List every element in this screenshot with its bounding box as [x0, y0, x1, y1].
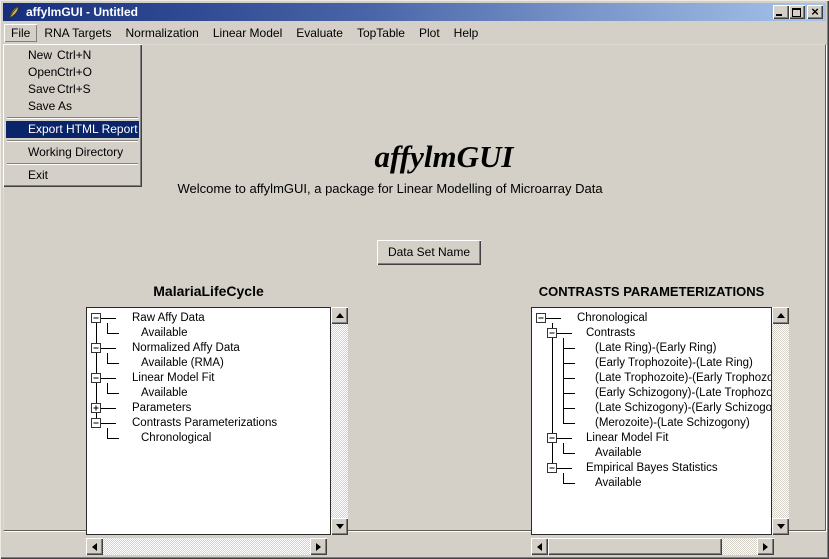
file-menu-dropdown: New Ctrl+NOpenCtrl+OSaveCtrl+SSave As Expo…: [3, 44, 142, 187]
welcome-text: Welcome to affylmGUI, a package for Line…: [177, 181, 602, 196]
data-set-name-button[interactable]: Data Set Name: [377, 240, 481, 265]
menubar-item-file[interactable]: File: [4, 24, 37, 42]
right-tree-vertical-scrollbar[interactable]: [772, 307, 789, 535]
tree-node-available-rma[interactable]: Available (RMA): [141, 356, 224, 371]
scroll-up-button[interactable]: [772, 307, 789, 324]
tree-collapse-icon[interactable]: [92, 419, 101, 428]
tree-node-late-schizogony-early-schizogony[interactable]: (Late Schizogony)-(Early Schizogony): [595, 401, 772, 416]
right-tree-horizontal-scrollbar[interactable]: [531, 538, 774, 555]
tree-expand-icon[interactable]: [92, 404, 101, 413]
tree-node-normalized-affy-data[interactable]: Normalized Affy Data: [132, 341, 240, 356]
arrow-down-icon: [777, 524, 785, 529]
tree-node-early-schizogony-late-trophozoite[interactable]: (Early Schizogony)-(Late Trophozoite): [595, 386, 772, 401]
tree-node-late-trophozoite-early-trophozoite[interactable]: (Late Trophozoite)-(Early Trophozoite): [595, 371, 772, 386]
menu-item-export-html-report[interactable]: Export HTML Report: [6, 121, 139, 138]
menu-item-label: Working Directory: [28, 145, 123, 159]
window-controls: ×: [773, 5, 823, 19]
tree-collapse-icon[interactable]: [92, 344, 101, 353]
menu-item-save[interactable]: SaveCtrl+S: [6, 81, 139, 98]
app-feather-icon[interactable]: [6, 5, 22, 20]
menu-item-exit[interactable]: Exit: [6, 167, 139, 184]
menu-item-open[interactable]: OpenCtrl+O: [6, 64, 139, 81]
menubar-item-toptable[interactable]: TopTable: [350, 24, 412, 42]
left-tree-vertical-scrollbar[interactable]: [331, 307, 348, 535]
tree-node-available[interactable]: Available: [141, 326, 187, 341]
tree-node-available[interactable]: Available: [595, 446, 641, 461]
arrow-down-icon: [336, 524, 344, 529]
tree-node-linear-model-fit[interactable]: Linear Model Fit: [586, 431, 668, 446]
tree-node-early-trophozoite-late-ring[interactable]: (Early Trophozoite)-(Late Ring): [595, 356, 753, 371]
menu-item-working-directory[interactable]: Working Directory: [6, 144, 139, 161]
menu-item-accelerator: Ctrl+N: [57, 47, 91, 64]
tree-node-contrasts-parameterizations[interactable]: Contrasts Parameterizations: [132, 416, 277, 431]
tree-collapse-icon[interactable]: [537, 314, 546, 323]
left-tree-title: MalariaLifeCycle: [86, 283, 331, 299]
app-window: affylmGUI - Untitled × FileRNA TargetsNo…: [0, 0, 829, 559]
menu-item-save-as[interactable]: Save As: [6, 98, 139, 115]
arrow-right-icon: [763, 543, 768, 551]
tree-node-late-ring-early-ring[interactable]: (Late Ring)-(Early Ring): [595, 341, 716, 356]
maximize-icon: [792, 8, 801, 17]
scroll-up-button[interactable]: [331, 307, 348, 324]
menubar-item-rna-targets[interactable]: RNA Targets: [37, 24, 118, 42]
arrow-left-icon: [537, 543, 542, 551]
minimize-icon: [776, 14, 782, 16]
tree-collapse-icon[interactable]: [548, 329, 557, 338]
scroll-down-button[interactable]: [331, 518, 348, 535]
scrollbar-thumb[interactable]: [548, 538, 722, 555]
menu-item-label: Save: [28, 82, 55, 96]
menu-item-label: New: [28, 48, 52, 62]
menu-item-accelerator: Ctrl+S: [57, 81, 91, 98]
close-icon: ×: [807, 5, 823, 19]
arrow-up-icon: [336, 313, 344, 318]
right-tree-title: CONTRASTS PARAMETERIZATIONS: [531, 284, 772, 299]
tree-node-available[interactable]: Available: [595, 476, 641, 491]
menubar-item-evaluate[interactable]: Evaluate: [289, 24, 350, 42]
menubar-item-normalization[interactable]: Normalization: [119, 24, 206, 42]
tree-node-linear-model-fit[interactable]: Linear Model Fit: [132, 371, 214, 386]
status-tree[interactable]: Raw Affy DataAvailableNormalized Affy Da…: [86, 307, 331, 535]
menu-item-label: Open: [28, 65, 57, 79]
menubar-item-help[interactable]: Help: [447, 24, 486, 42]
tree-node-contrasts[interactable]: Contrasts: [586, 326, 635, 341]
arrow-right-icon: [316, 543, 321, 551]
tree-node-available[interactable]: Available: [141, 386, 187, 401]
tree-collapse-icon[interactable]: [548, 464, 557, 473]
tree-node-chronological[interactable]: Chronological: [141, 431, 211, 446]
menu-separator: [7, 140, 138, 142]
minimize-button[interactable]: [773, 5, 789, 19]
titlebar[interactable]: affylmGUI - Untitled ×: [3, 3, 826, 21]
scroll-left-button[interactable]: [531, 538, 548, 555]
menubar-item-plot[interactable]: Plot: [412, 24, 447, 42]
tree-collapse-icon[interactable]: [92, 374, 101, 383]
window-title: affylmGUI - Untitled: [26, 5, 138, 19]
tree-node-parameters[interactable]: Parameters: [132, 401, 191, 416]
left-tree-horizontal-scrollbar[interactable]: [86, 538, 327, 555]
page-title: affylmGUI: [375, 139, 514, 175]
arrow-up-icon: [777, 313, 785, 318]
menu-separator: [7, 117, 138, 119]
tree-node-merozoite-late-schizogony[interactable]: (Merozoite)-(Late Schizogony): [595, 416, 750, 431]
scroll-down-button[interactable]: [772, 518, 789, 535]
contrasts-tree[interactable]: ChronologicalContrasts(Late Ring)-(Early…: [531, 307, 772, 535]
scroll-left-button[interactable]: [86, 538, 103, 555]
tree-collapse-icon[interactable]: [92, 314, 101, 323]
tree-node-chronological[interactable]: Chronological: [577, 311, 647, 326]
scroll-right-button[interactable]: [757, 538, 774, 555]
menu-item-new[interactable]: New Ctrl+N: [6, 47, 139, 64]
tree-node-empirical-bayes-statistics[interactable]: Empirical Bayes Statistics: [586, 461, 718, 476]
menubar-item-linear-model[interactable]: Linear Model: [206, 24, 289, 42]
tree-collapse-icon[interactable]: [548, 434, 557, 443]
maximize-button[interactable]: [789, 5, 805, 19]
menu-separator: [7, 163, 138, 165]
menu-item-label: Save As: [28, 99, 72, 113]
menu-item-accelerator: Ctrl+O: [57, 64, 92, 81]
tree-node-raw-affy-data[interactable]: Raw Affy Data: [132, 311, 205, 326]
menu-item-label: Export HTML Report: [28, 122, 138, 136]
scroll-right-button[interactable]: [310, 538, 327, 555]
arrow-left-icon: [92, 543, 97, 551]
menu-item-label: Exit: [28, 168, 48, 182]
menubar: FileRNA TargetsNormalizationLinear Model…: [3, 21, 826, 44]
close-button[interactable]: ×: [807, 5, 823, 19]
